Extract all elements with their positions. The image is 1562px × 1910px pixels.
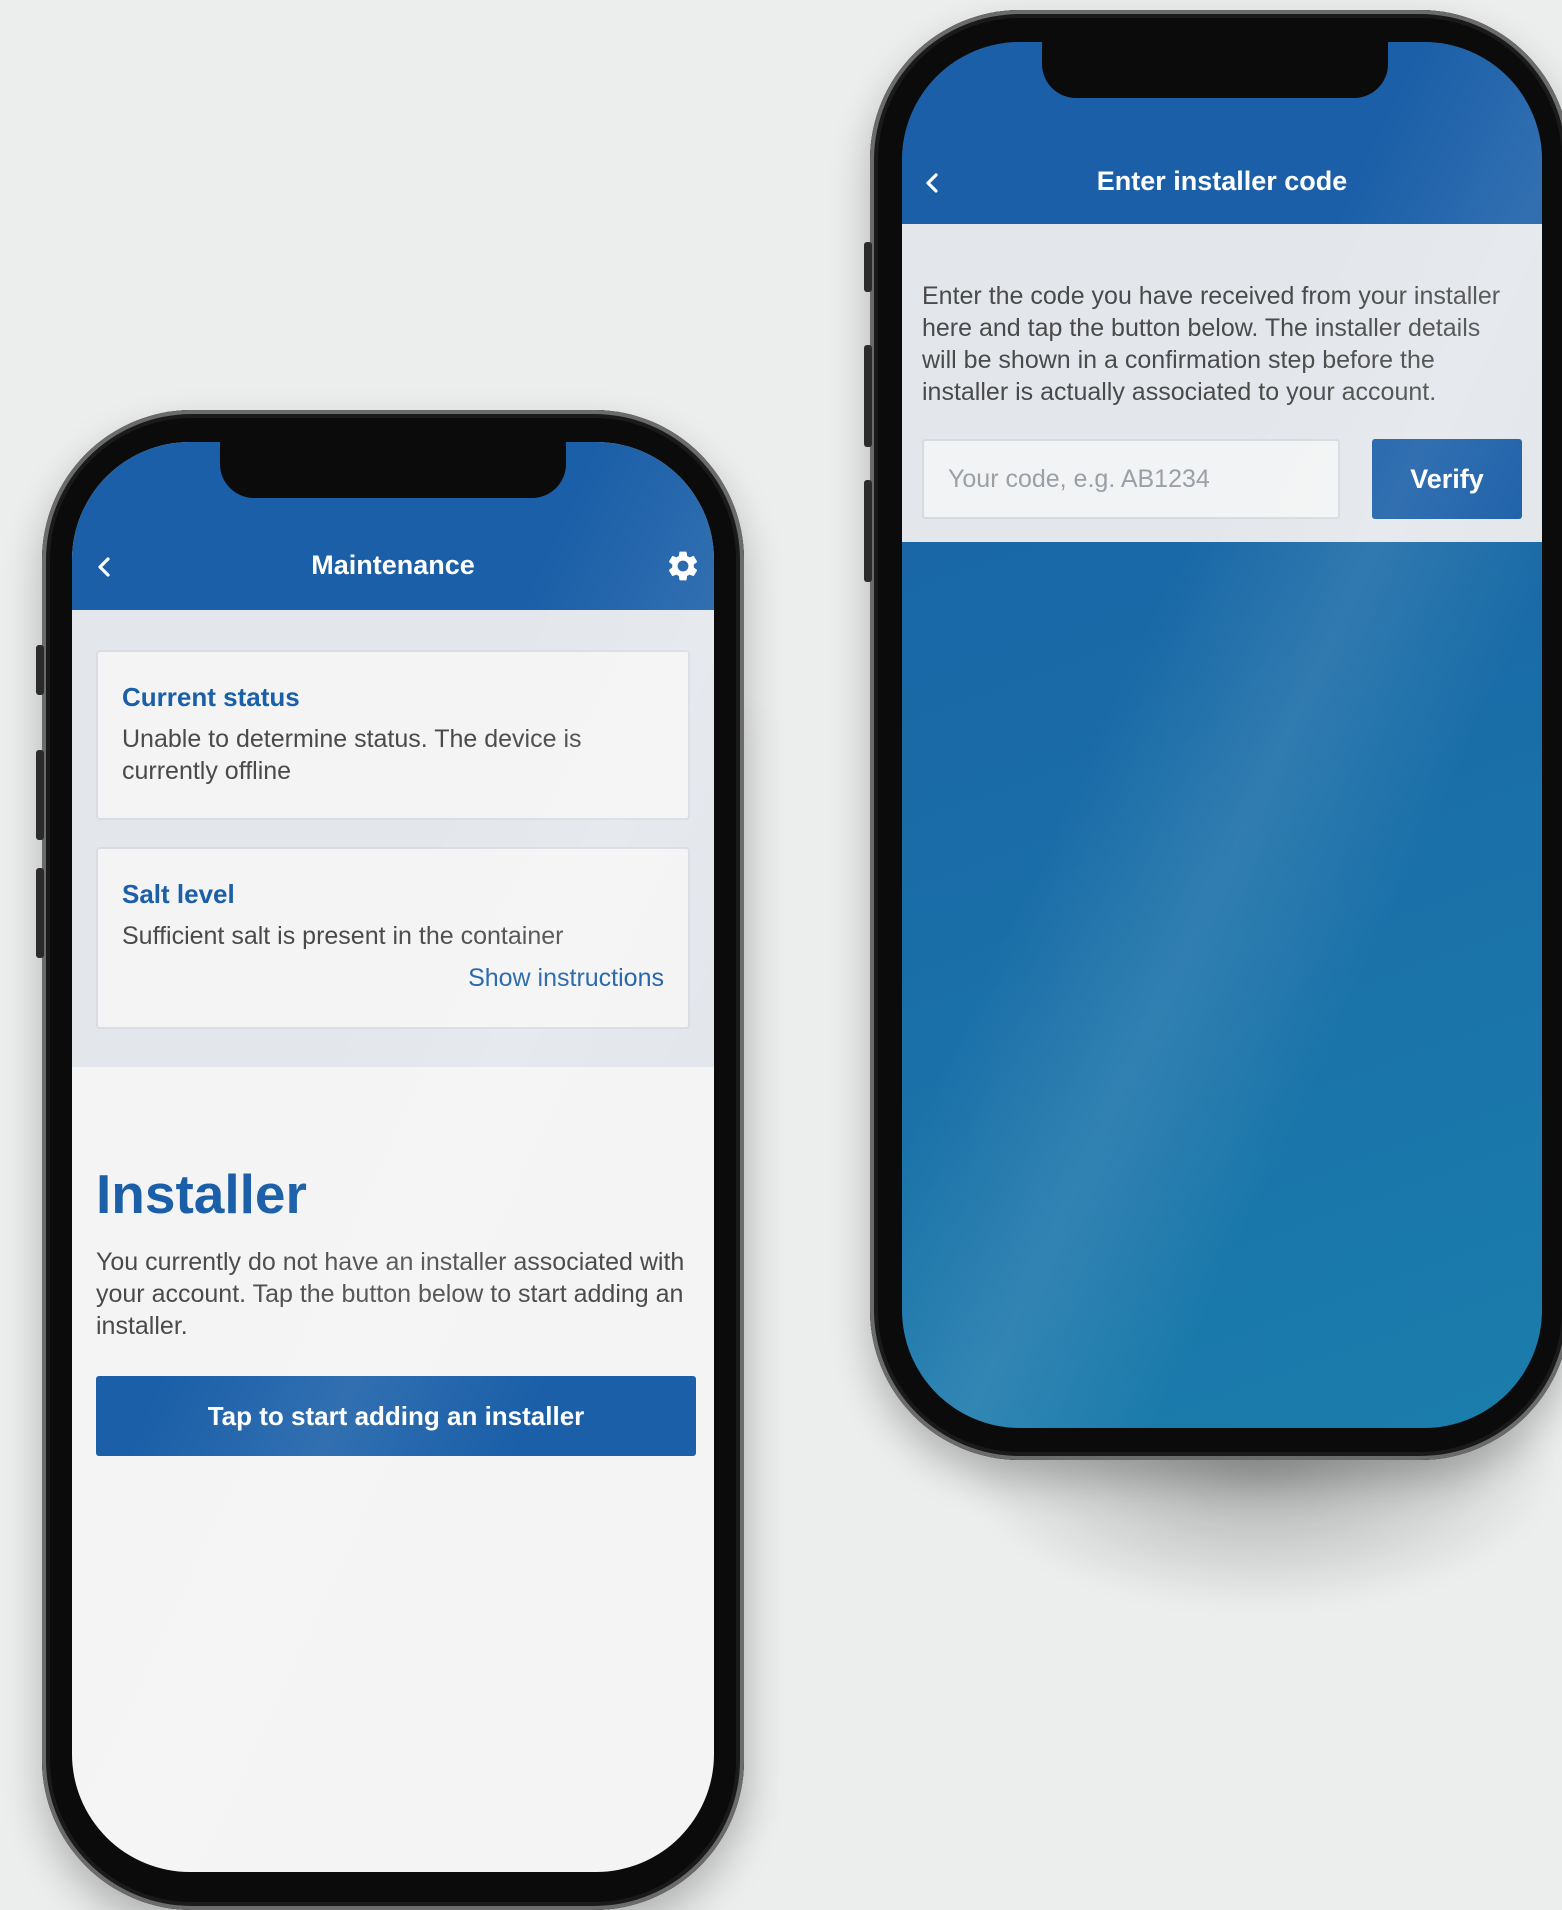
salt-level-card: Salt level Sufficient salt is present in… (96, 847, 690, 1029)
status-section: Current status Unable to determine statu… (72, 610, 714, 1067)
installer-section: Installer You currently do not have an i… (96, 1162, 696, 1342)
card-title: Current status (122, 682, 300, 712)
gear-icon[interactable] (665, 548, 701, 584)
installer-code-screen: Enter installer code Enter the code you … (902, 42, 1542, 1428)
current-status-card: Current status Unable to determine statu… (96, 650, 690, 820)
card-text: Unable to determine status. The device i… (122, 725, 582, 785)
installer-description: You currently do not have an installer a… (96, 1248, 685, 1340)
volume-down-button (36, 868, 44, 958)
page-title: Maintenance (311, 550, 475, 580)
instructions-text: Enter the code you have received from yo… (922, 282, 1501, 406)
installer-code-input[interactable] (922, 439, 1340, 519)
volume-up-button (36, 750, 44, 840)
card-title: Salt level (122, 879, 235, 909)
page-title: Enter installer code (1096, 166, 1348, 196)
verify-button[interactable]: Verify (1372, 439, 1522, 519)
phone-notch (1042, 42, 1388, 98)
mute-switch (36, 645, 44, 695)
show-instructions-link[interactable]: Show instructions (122, 964, 664, 993)
app-header: Maintenance (72, 442, 714, 610)
maintenance-screen: Maintenance Current status Unable to det… (72, 442, 714, 1872)
mute-switch (864, 242, 872, 292)
add-installer-button[interactable]: Tap to start adding an installer (96, 1376, 696, 1456)
phone-maintenance: Maintenance Current status Unable to det… (36, 410, 744, 1910)
card-text: Sufficient salt is present in the contai… (122, 922, 564, 950)
installer-code-form: Enter the code you have received from yo… (902, 224, 1542, 542)
app-header: Enter installer code (902, 42, 1542, 224)
phone-notch (220, 442, 566, 498)
volume-down-button (864, 480, 872, 582)
installer-heading: Installer (96, 1163, 307, 1225)
phone-installer-code: Enter installer code Enter the code you … (864, 10, 1562, 1460)
volume-up-button (864, 345, 872, 447)
